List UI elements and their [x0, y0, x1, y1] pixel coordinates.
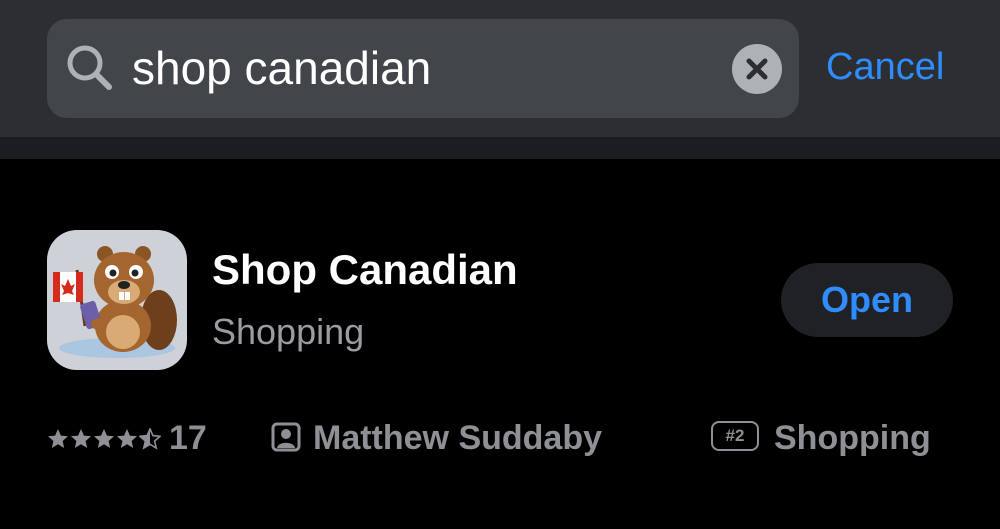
rank-badge: #2 — [711, 421, 759, 451]
header-divider — [0, 137, 1000, 159]
rating-count: 17 — [169, 419, 207, 457]
app-icon[interactable] — [47, 230, 187, 370]
open-button[interactable]: Open — [781, 263, 953, 337]
cancel-button[interactable]: Cancel — [826, 44, 944, 90]
star-icon — [94, 429, 114, 448]
star-icon — [117, 429, 137, 448]
app-category: Shopping — [212, 311, 365, 352]
close-icon — [746, 58, 768, 80]
developer-name[interactable]: Matthew Suddaby — [313, 416, 602, 460]
app-name[interactable]: Shop Canadian — [212, 245, 518, 295]
star-icon — [48, 429, 68, 448]
search-input[interactable]: shop canadian — [132, 40, 431, 96]
half-star-icon — [139, 428, 161, 450]
search-icon — [67, 45, 112, 90]
rank-category: Shopping — [774, 419, 931, 457]
person-icon — [271, 422, 301, 452]
beaver-icon — [53, 246, 177, 358]
star-rating — [47, 428, 161, 450]
app-metadata-row: 17 Matthew Suddaby #2 Shopping — [0, 410, 1000, 466]
star-icon — [71, 429, 91, 448]
clear-search-button[interactable] — [732, 44, 782, 94]
